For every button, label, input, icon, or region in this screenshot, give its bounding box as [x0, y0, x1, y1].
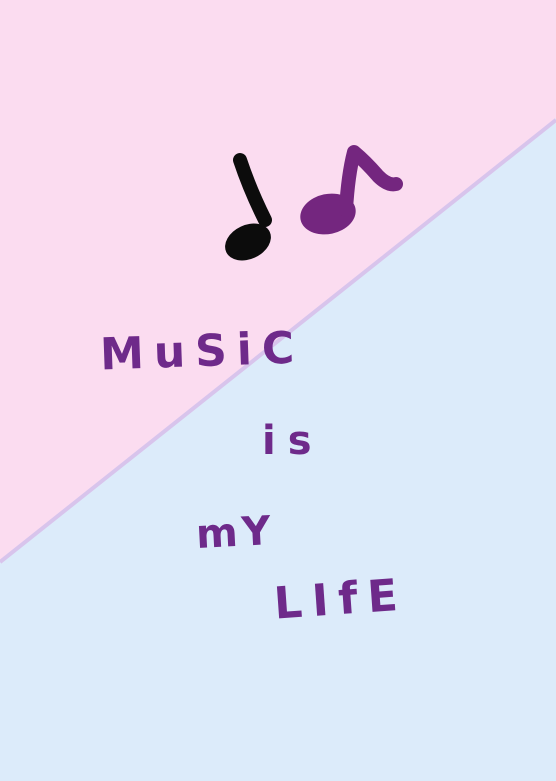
text-line-life: LIfE [272, 569, 410, 630]
text-line-music: MuSiC [99, 322, 305, 381]
background [0, 0, 556, 781]
text-line-my: mY [194, 507, 276, 559]
eighth-note-icon [300, 145, 403, 235]
text-line-is: is [262, 418, 324, 464]
quarter-note-icon [225, 153, 272, 261]
drawing-canvas: MuSiC is mY LIfE [0, 0, 556, 781]
